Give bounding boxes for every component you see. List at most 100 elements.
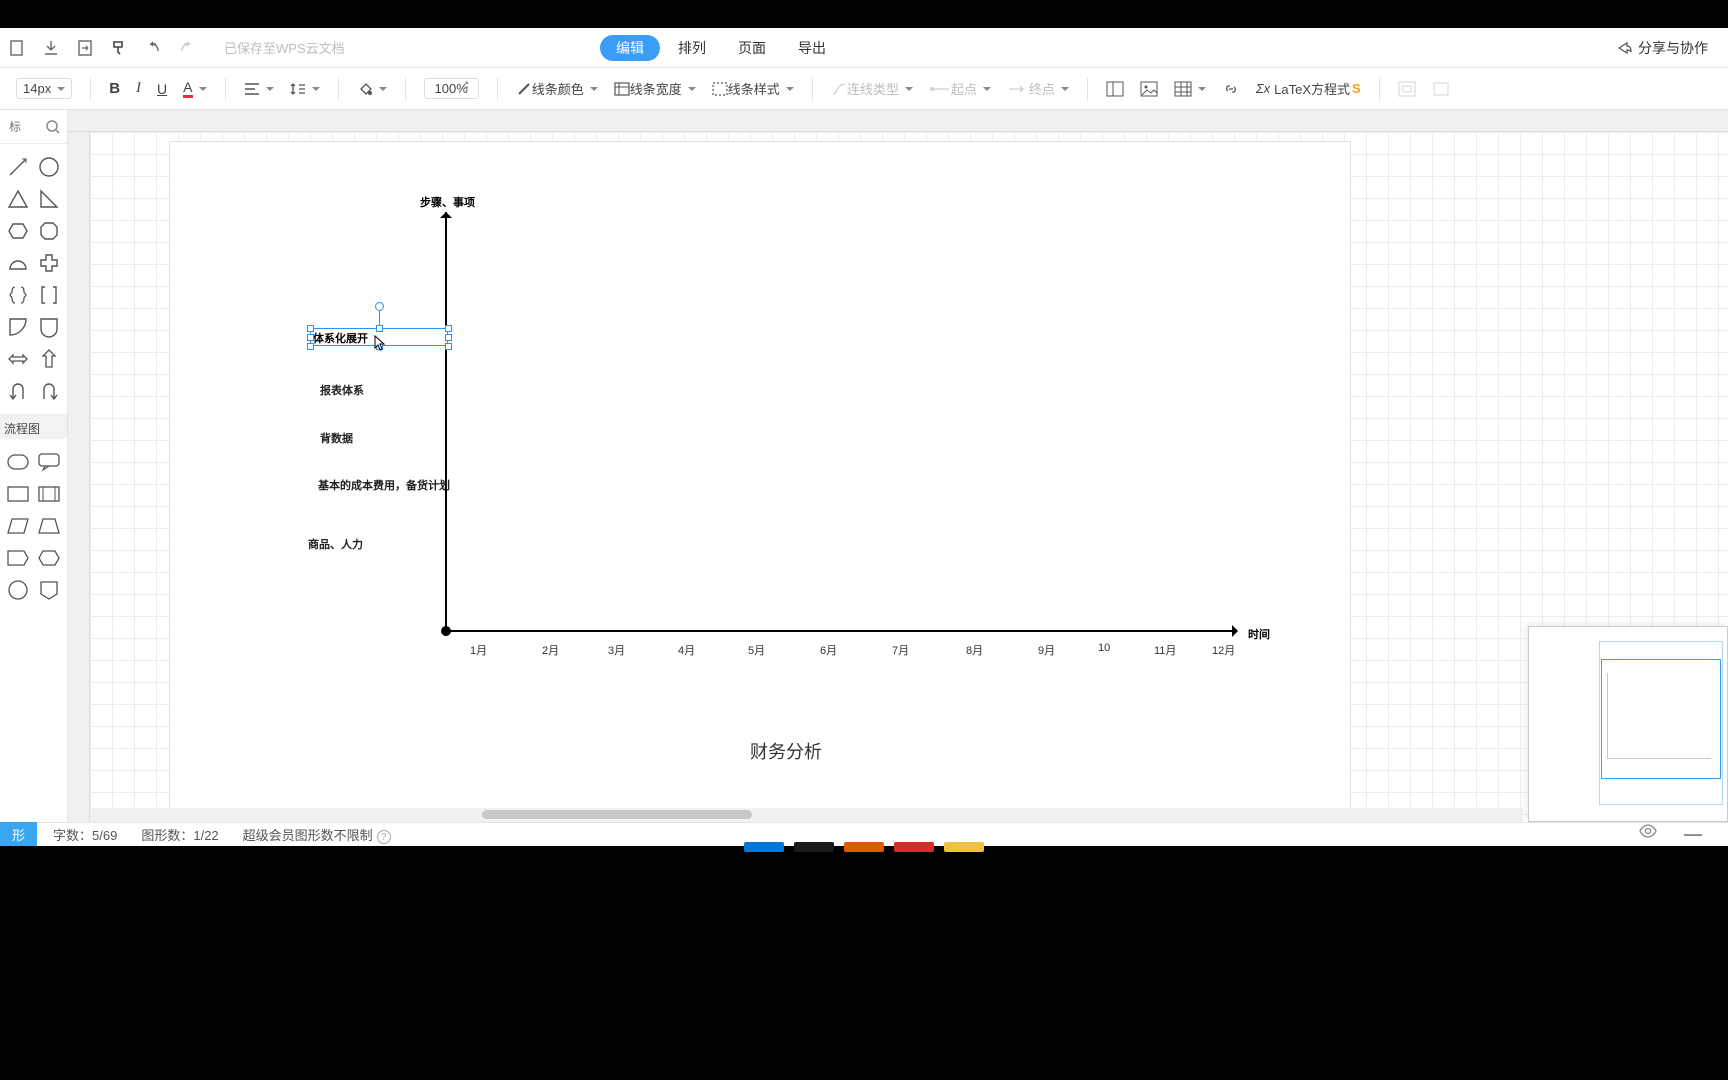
shape-quarter[interactable] xyxy=(5,314,31,340)
line-spacing-button[interactable] xyxy=(282,74,328,104)
font-size-select[interactable]: 14px xyxy=(8,74,80,104)
resize-handle-s[interactable] xyxy=(376,343,383,350)
tab-arrange[interactable]: 排列 xyxy=(664,28,720,68)
shape-u-right[interactable] xyxy=(36,378,62,404)
start-point-button[interactable]: 起点 xyxy=(921,74,999,104)
shape-drop[interactable] xyxy=(36,314,62,340)
y-label-2[interactable]: 背数据 xyxy=(320,430,353,446)
shape-search-input[interactable] xyxy=(9,120,45,134)
month-6: 6月 xyxy=(820,642,837,658)
shape-pentagon-flow[interactable] xyxy=(5,545,31,571)
window-black-bottom xyxy=(0,846,1728,1080)
share-label: 分享与协作 xyxy=(1638,38,1708,58)
shape-callout[interactable] xyxy=(36,449,62,475)
bold-button[interactable]: B xyxy=(101,74,128,104)
undo-icon[interactable] xyxy=(136,28,170,68)
resize-handle-e[interactable] xyxy=(445,334,452,341)
taskbar-hint xyxy=(0,842,1728,854)
scrollbar-thumb[interactable] xyxy=(482,810,752,819)
minimap-viewport[interactable] xyxy=(1601,659,1721,779)
toolbar-primary: 已保存至WPS云文档 编辑 排列 页面 导出 分享与协作 xyxy=(0,28,1728,68)
redo-icon[interactable] xyxy=(170,28,204,68)
shape-subprocess[interactable] xyxy=(5,481,31,507)
month-8: 8月 xyxy=(966,642,983,658)
resize-handle-nw[interactable] xyxy=(307,325,314,332)
month-3: 3月 xyxy=(608,642,625,658)
download-icon[interactable] xyxy=(34,28,68,68)
image-icon[interactable] xyxy=(1132,74,1166,104)
ruler-vertical xyxy=(68,132,90,822)
tab-edit[interactable]: 编辑 xyxy=(600,35,660,61)
canvas[interactable]: 步骤、事项 时间 体系化展开 报表体系 背数据 基本的成本费用，备货计划 商品、… xyxy=(90,132,1728,822)
y-label-3[interactable]: 基本的成本费用，备货计划 xyxy=(318,477,450,493)
month-9: 9月 xyxy=(1038,642,1055,658)
link-icon[interactable] xyxy=(1214,74,1248,104)
shape-circle[interactable] xyxy=(36,154,62,180)
shape-search[interactable] xyxy=(0,110,67,144)
shape-panel: 流程图 xyxy=(0,110,68,822)
ruler-horizontal xyxy=(68,110,1728,132)
month-2: 2月 xyxy=(542,642,559,658)
x-axis[interactable] xyxy=(445,630,1235,632)
resize-handle-n[interactable] xyxy=(376,325,383,332)
resize-handle-se[interactable] xyxy=(445,343,452,350)
line-style-button[interactable]: 线条样式 xyxy=(704,74,802,104)
shape-triangle[interactable] xyxy=(5,186,31,212)
end-point-button[interactable]: 终点 xyxy=(999,74,1077,104)
resize-handle-sw[interactable] xyxy=(307,343,314,350)
line-color-button[interactable]: 线条颜色 xyxy=(508,74,606,104)
shape-trapezoid[interactable] xyxy=(36,513,62,539)
fill-color-button[interactable] xyxy=(349,74,395,104)
shape-parallelogram[interactable] xyxy=(5,513,31,539)
connector-type-button[interactable]: 连线类型 xyxy=(823,74,921,104)
shape-predef[interactable] xyxy=(36,481,62,507)
x-axis-arrow xyxy=(1232,625,1244,637)
month-4: 4月 xyxy=(678,642,695,658)
shape-plus[interactable] xyxy=(36,250,62,276)
shape-hexagon[interactable] xyxy=(5,218,31,244)
shape-circle-flow[interactable] xyxy=(5,577,31,603)
rotation-handle[interactable] xyxy=(375,302,384,311)
line-width-button[interactable]: 线条宽度 xyxy=(606,74,704,104)
new-doc-icon[interactable] xyxy=(0,28,34,68)
shape-octagon[interactable] xyxy=(36,218,62,244)
horizontal-scrollbar[interactable] xyxy=(90,808,1523,822)
share-button[interactable]: 分享与协作 xyxy=(1616,38,1728,58)
align-button[interactable] xyxy=(236,74,282,104)
table-icon[interactable] xyxy=(1166,74,1214,104)
x-axis-title: 时间 xyxy=(1248,626,1270,642)
resize-handle-w[interactable] xyxy=(307,334,314,341)
shape-rounded[interactable] xyxy=(5,449,31,475)
tab-export[interactable]: 导出 xyxy=(784,28,840,68)
shape-arrow-lr[interactable] xyxy=(5,346,31,372)
shape-line[interactable] xyxy=(5,154,31,180)
shape-arrow-up[interactable] xyxy=(36,346,62,372)
minimap[interactable] xyxy=(1528,626,1728,822)
resize-handle-ne[interactable] xyxy=(445,325,452,332)
extra-icon-2[interactable] xyxy=(1424,74,1458,104)
shape-offpage[interactable] xyxy=(36,577,62,603)
toolbar-secondary: 14px B I U A 100%▲▼ 线条颜色 线条宽度 线条样式 连线类型 … xyxy=(0,68,1728,110)
italic-button[interactable]: I xyxy=(128,74,149,104)
y-label-1[interactable]: 报表体系 xyxy=(320,382,364,398)
shape-hexagon-flow[interactable] xyxy=(36,545,62,571)
zoom-select[interactable]: 100%▲▼ xyxy=(416,74,487,104)
shape-u-left[interactable] xyxy=(5,378,31,404)
tab-page[interactable]: 页面 xyxy=(724,28,780,68)
y-label-4[interactable]: 商品、人力 xyxy=(308,536,363,552)
shape-bracket[interactable] xyxy=(36,282,62,308)
chart-title[interactable]: 财务分析 xyxy=(750,738,822,764)
underline-button[interactable]: U xyxy=(149,74,175,104)
y-axis[interactable] xyxy=(445,212,447,632)
shape-right-triangle[interactable] xyxy=(36,186,62,212)
layout-icon[interactable] xyxy=(1098,74,1132,104)
format-painter-icon[interactable] xyxy=(102,28,136,68)
import-icon[interactable] xyxy=(68,28,102,68)
drawing-page[interactable]: 步骤、事项 时间 体系化展开 报表体系 背数据 基本的成本费用，备货计划 商品、… xyxy=(170,142,1350,812)
shape-half-circle[interactable] xyxy=(5,250,31,276)
font-color-button[interactable]: A xyxy=(175,74,214,104)
latex-button[interactable]: ΣxLaTeX方程式S xyxy=(1248,74,1369,104)
shape-brace[interactable] xyxy=(5,282,31,308)
search-icon xyxy=(45,119,61,135)
extra-icon-1[interactable] xyxy=(1390,74,1424,104)
